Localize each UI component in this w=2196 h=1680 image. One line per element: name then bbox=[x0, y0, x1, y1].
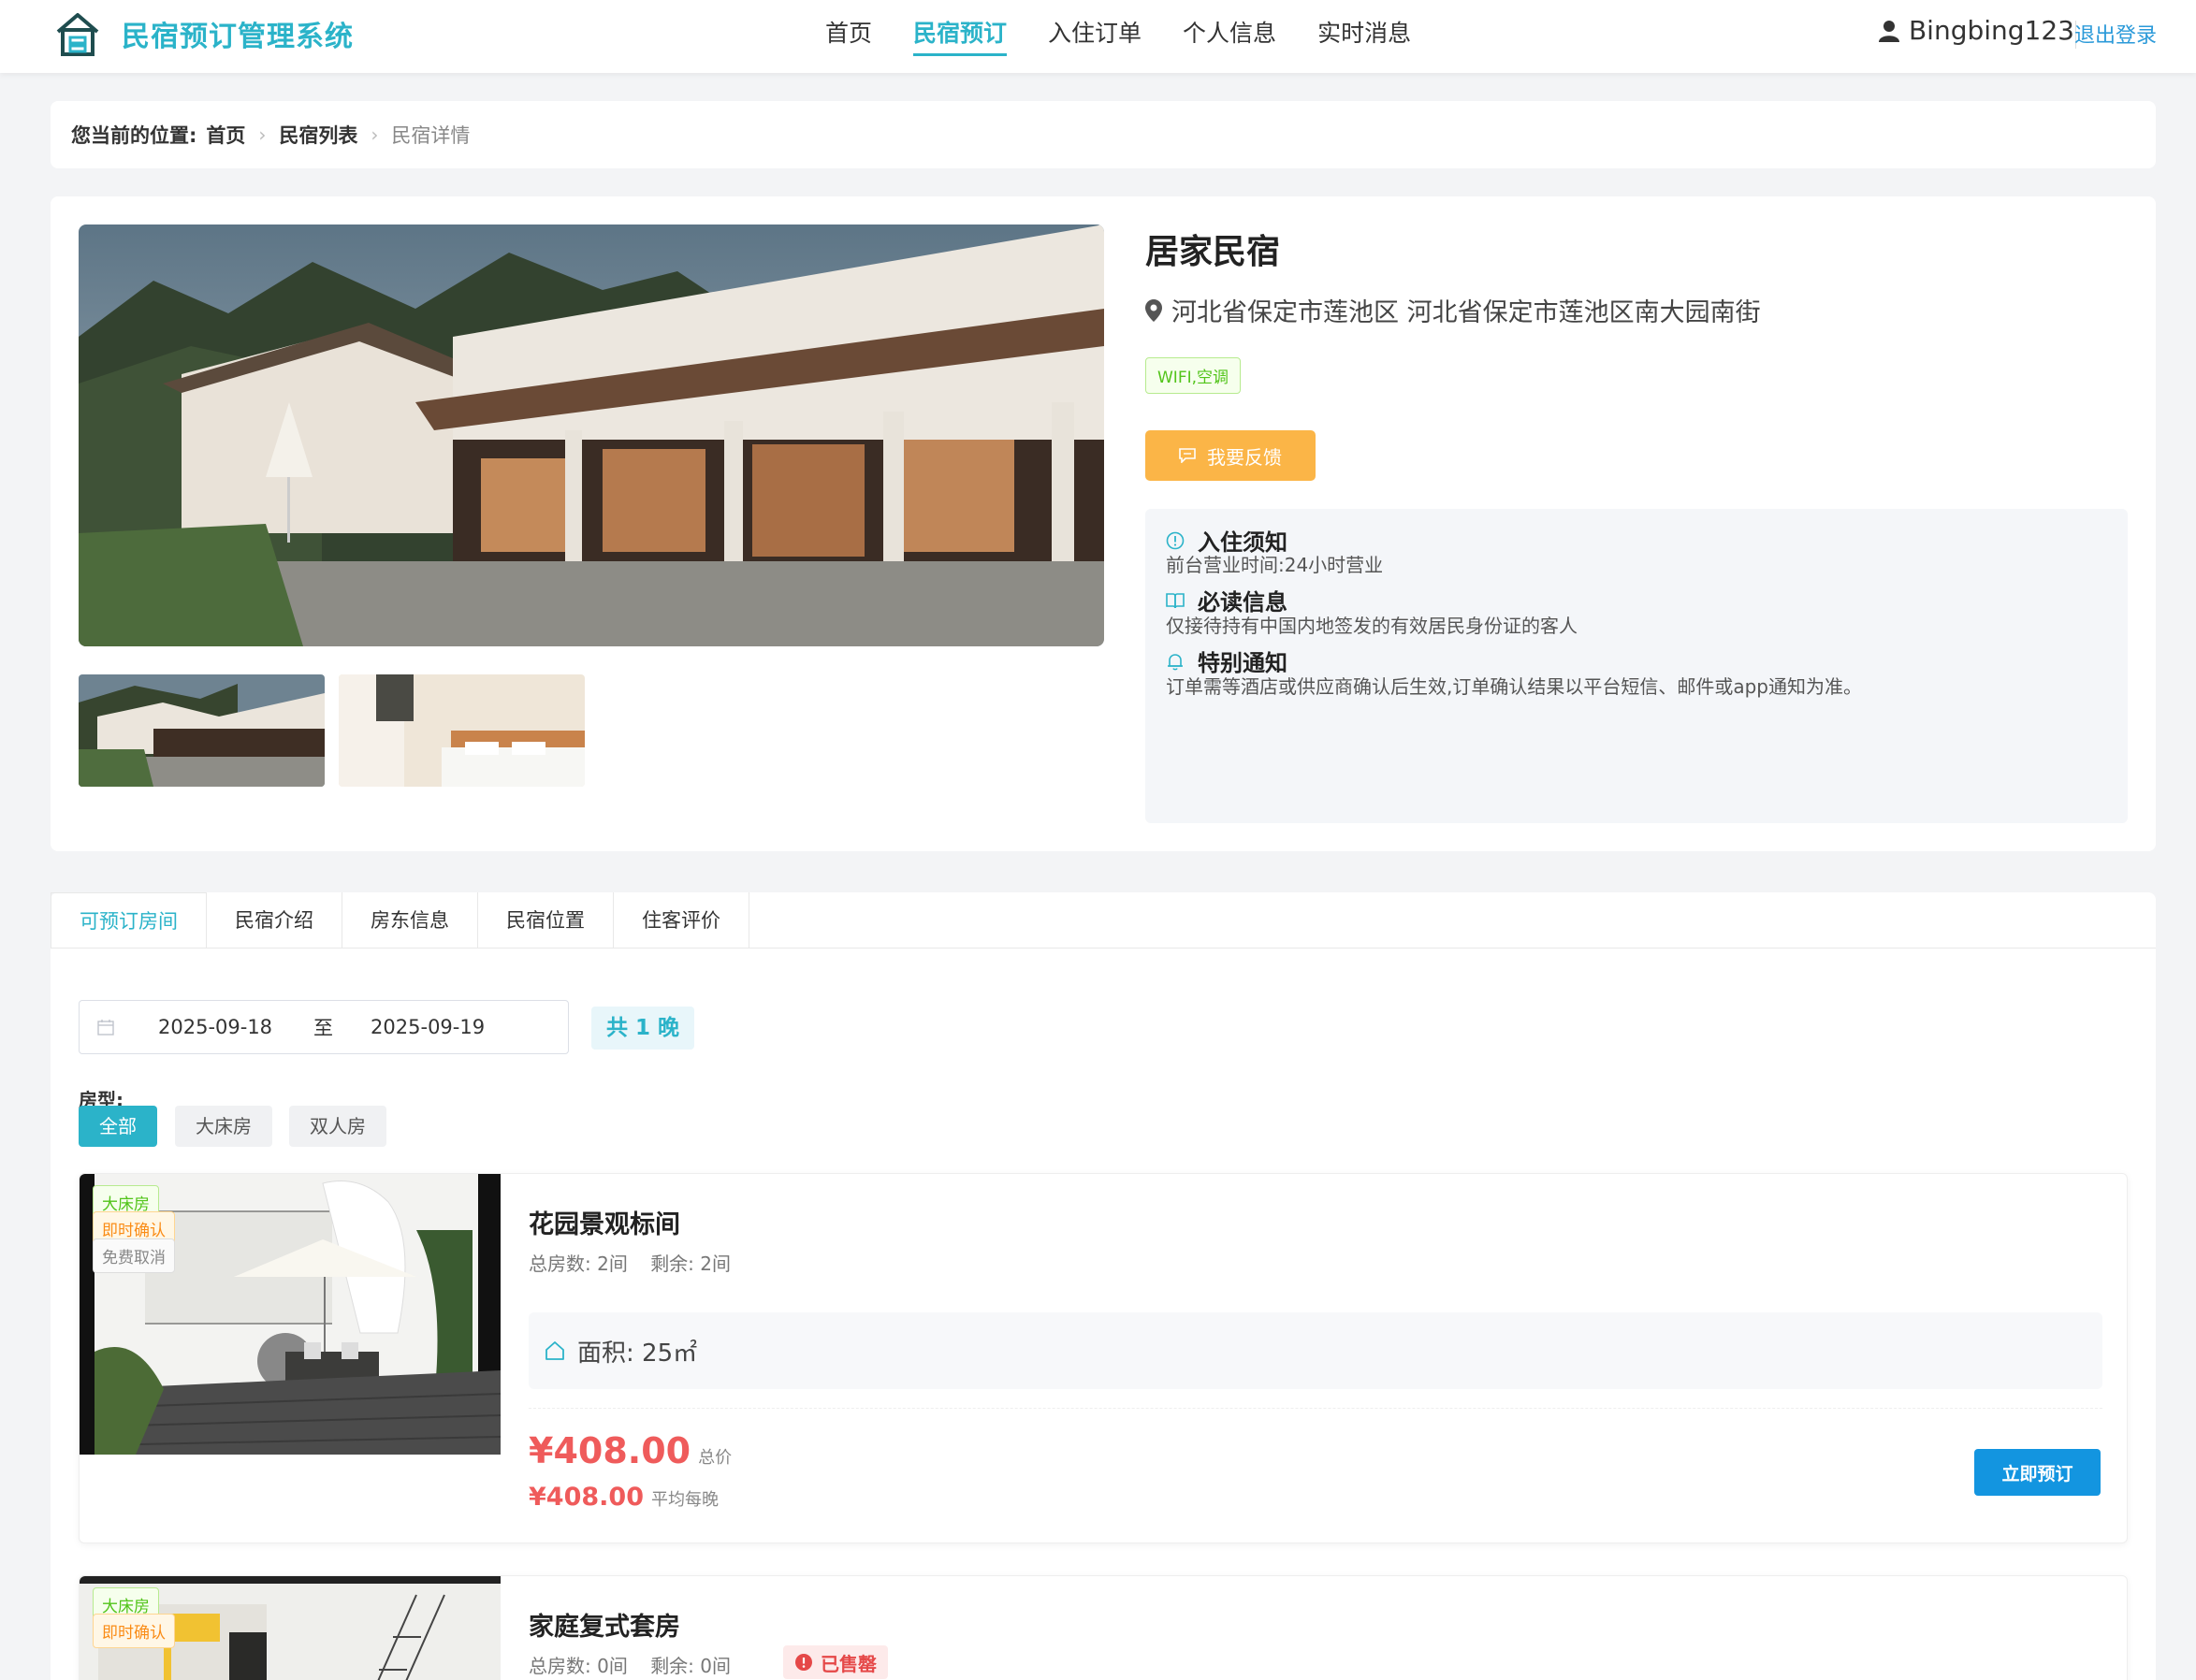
thumbnail-bedroom[interactable] bbox=[339, 674, 585, 787]
breadcrumb: 您当前的位置: 首页 › 民宿列表 › 民宿详情 bbox=[51, 101, 2156, 168]
room-tag-instant: 即时确认 bbox=[93, 1614, 175, 1648]
thumbnail-exterior-image bbox=[79, 674, 325, 787]
room-tag-free-cancel: 免费取消 bbox=[93, 1238, 175, 1273]
breadcrumb-current: 民宿详情 bbox=[391, 124, 471, 147]
room-count: 总房数: 2间 剩余: 2间 bbox=[529, 1249, 731, 1276]
notice-required-text: 仅接待持有中国内地签发的有效居民身份证的客人 bbox=[1166, 615, 1578, 637]
facility-tag: WIFI,空调 bbox=[1145, 357, 1242, 394]
room-total: 总房数: 2间 bbox=[529, 1253, 628, 1275]
date-range-picker[interactable]: 2025-09-18 至 2025-09-19 bbox=[79, 1000, 569, 1054]
bell-icon bbox=[1168, 653, 1183, 670]
tab-available-rooms[interactable]: 可预订房间 bbox=[51, 892, 207, 949]
logout-link[interactable]: 退出登录 bbox=[2074, 19, 2157, 49]
breadcrumb-label: 您当前的位置: bbox=[71, 124, 197, 147]
room-count: 总房数: 0间 剩余: 0间 bbox=[529, 1651, 731, 1678]
avg-price-value: ¥408.00 bbox=[529, 1483, 644, 1512]
total-price: ¥408.00 总价 bbox=[529, 1430, 732, 1471]
breadcrumb-chevron-icon: › bbox=[371, 123, 379, 146]
nav-booking-label: 民宿预订 bbox=[913, 20, 1008, 47]
room-total: 总房数: 0间 bbox=[529, 1655, 628, 1677]
top-navbar: 民宿预订管理系统 首页 民宿预订 入住订单 个人信息 实时消息 Bingbing… bbox=[0, 0, 2196, 73]
avg-price: ¥408.00 平均每晚 bbox=[529, 1483, 719, 1512]
alert-icon bbox=[795, 1654, 812, 1671]
room-type-king[interactable]: 大床房 bbox=[175, 1106, 272, 1147]
user-icon bbox=[1878, 20, 1899, 42]
avg-price-unit: 平均每晚 bbox=[650, 1490, 719, 1510]
homestay-address: 河北省保定市莲池区 河北省保定市莲池区南大园南街 bbox=[1145, 292, 1761, 328]
tab-reviews[interactable]: 住客评价 bbox=[614, 892, 749, 949]
room-card: 大床房 即时确认 家庭复式套房 总房数: 0间 剩余: 0间 已售罄 bbox=[79, 1575, 2128, 1680]
homestay-detail-card: 居家民宿 河北省保定市莲池区 河北省保定市莲池区南大园南街 WIFI,空调 我要… bbox=[51, 196, 2156, 851]
house-logo-icon[interactable] bbox=[52, 9, 103, 60]
room-name: 家庭复式套房 bbox=[529, 1613, 680, 1642]
book-now-button[interactable]: 立即预订 bbox=[1974, 1449, 2101, 1496]
room-remaining: 剩余: 2间 bbox=[650, 1253, 732, 1275]
date-separator: 至 bbox=[313, 1017, 334, 1039]
comment-icon bbox=[1179, 448, 1196, 463]
app-title: 民宿预订管理系统 bbox=[122, 21, 354, 53]
breadcrumb-list[interactable]: 民宿列表 bbox=[279, 121, 357, 149]
feedback-button[interactable]: 我要反馈 bbox=[1145, 430, 1316, 481]
tab-introduction[interactable]: 民宿介绍 bbox=[207, 892, 342, 949]
nav-profile[interactable]: 个人信息 bbox=[1162, 0, 1297, 73]
thumbnail-exterior[interactable] bbox=[79, 674, 325, 787]
room-remaining: 剩余: 0间 bbox=[650, 1655, 732, 1677]
homestay-name: 居家民宿 bbox=[1145, 233, 1281, 271]
nav-booking[interactable]: 民宿预订 bbox=[893, 0, 1027, 73]
end-date-input[interactable]: 2025-09-19 bbox=[371, 1016, 485, 1038]
nav-orders[interactable]: 入住订单 bbox=[1027, 0, 1162, 73]
detail-tabs: 可预订房间 民宿介绍 房东信息 民宿位置 住客评价 bbox=[51, 892, 2156, 949]
tab-location[interactable]: 民宿位置 bbox=[478, 892, 614, 949]
active-nav-underline bbox=[913, 53, 1008, 56]
room-type-twin[interactable]: 双人房 bbox=[289, 1106, 386, 1147]
nav-home[interactable]: 首页 bbox=[805, 0, 893, 73]
location-pin-icon bbox=[1145, 298, 1162, 322]
room-name: 花园景观标间 bbox=[529, 1210, 680, 1239]
nights-badge: 共 1 晚 bbox=[591, 1007, 695, 1050]
room-type-all[interactable]: 全部 bbox=[79, 1106, 157, 1147]
total-price-unit: 总价 bbox=[698, 1448, 733, 1468]
main-photo[interactable] bbox=[79, 224, 1104, 646]
info-icon bbox=[1166, 531, 1185, 549]
nav-messages[interactable]: 实时消息 bbox=[1297, 0, 1432, 73]
room-divider bbox=[529, 1408, 2102, 1409]
main-nav: 首页 民宿预订 入住订单 个人信息 实时消息 bbox=[805, 0, 1432, 73]
notice-checkin-text: 前台营业时间:24小时营业 bbox=[1166, 554, 1384, 576]
breadcrumb-home[interactable]: 首页 bbox=[206, 121, 245, 149]
tab-host-info[interactable]: 房东信息 bbox=[342, 892, 478, 949]
breadcrumb-chevron-icon: › bbox=[258, 123, 267, 146]
notice-panel: 入住须知 前台营业时间:24小时营业 必读信息 仅接待持有中国内地签发的有效居民… bbox=[1145, 509, 2128, 823]
room-area-text: 面积: 25㎡ bbox=[577, 1339, 698, 1368]
homestay-exterior-image bbox=[79, 224, 1104, 646]
room-area: 面积: 25㎡ bbox=[529, 1312, 2102, 1389]
home-outline-icon bbox=[545, 1341, 564, 1360]
book-icon bbox=[1166, 592, 1185, 608]
thumbnail-bedroom-image bbox=[339, 674, 585, 787]
start-date-input[interactable]: 2025-09-18 bbox=[158, 1016, 272, 1038]
address-text: 河北省保定市莲池区 河北省保定市莲池区南大园南街 bbox=[1171, 298, 1761, 327]
total-price-value: ¥408.00 bbox=[529, 1430, 691, 1471]
notice-special-text: 订单需等酒店或供应商确认后生效,订单确认结果以平台短信、邮件或app通知为准。 bbox=[1166, 675, 1863, 698]
rooms-section: 可预订房间 民宿介绍 房东信息 民宿位置 住客评价 2025-09-18 至 2… bbox=[51, 892, 2156, 1680]
room-card: 大床房 即时确认 免费取消 花园景观标间 总房数: 2间 剩余: 2间 面积: … bbox=[79, 1173, 2128, 1543]
sold-out-text: 已售罄 bbox=[821, 1652, 877, 1675]
calendar-icon bbox=[97, 1020, 114, 1036]
feedback-button-label: 我要反馈 bbox=[1207, 445, 1282, 469]
sold-out-badge: 已售罄 bbox=[783, 1645, 888, 1679]
user-menu[interactable]: Bingbing123 bbox=[1878, 15, 2074, 46]
username: Bingbing123 bbox=[1908, 15, 2074, 46]
